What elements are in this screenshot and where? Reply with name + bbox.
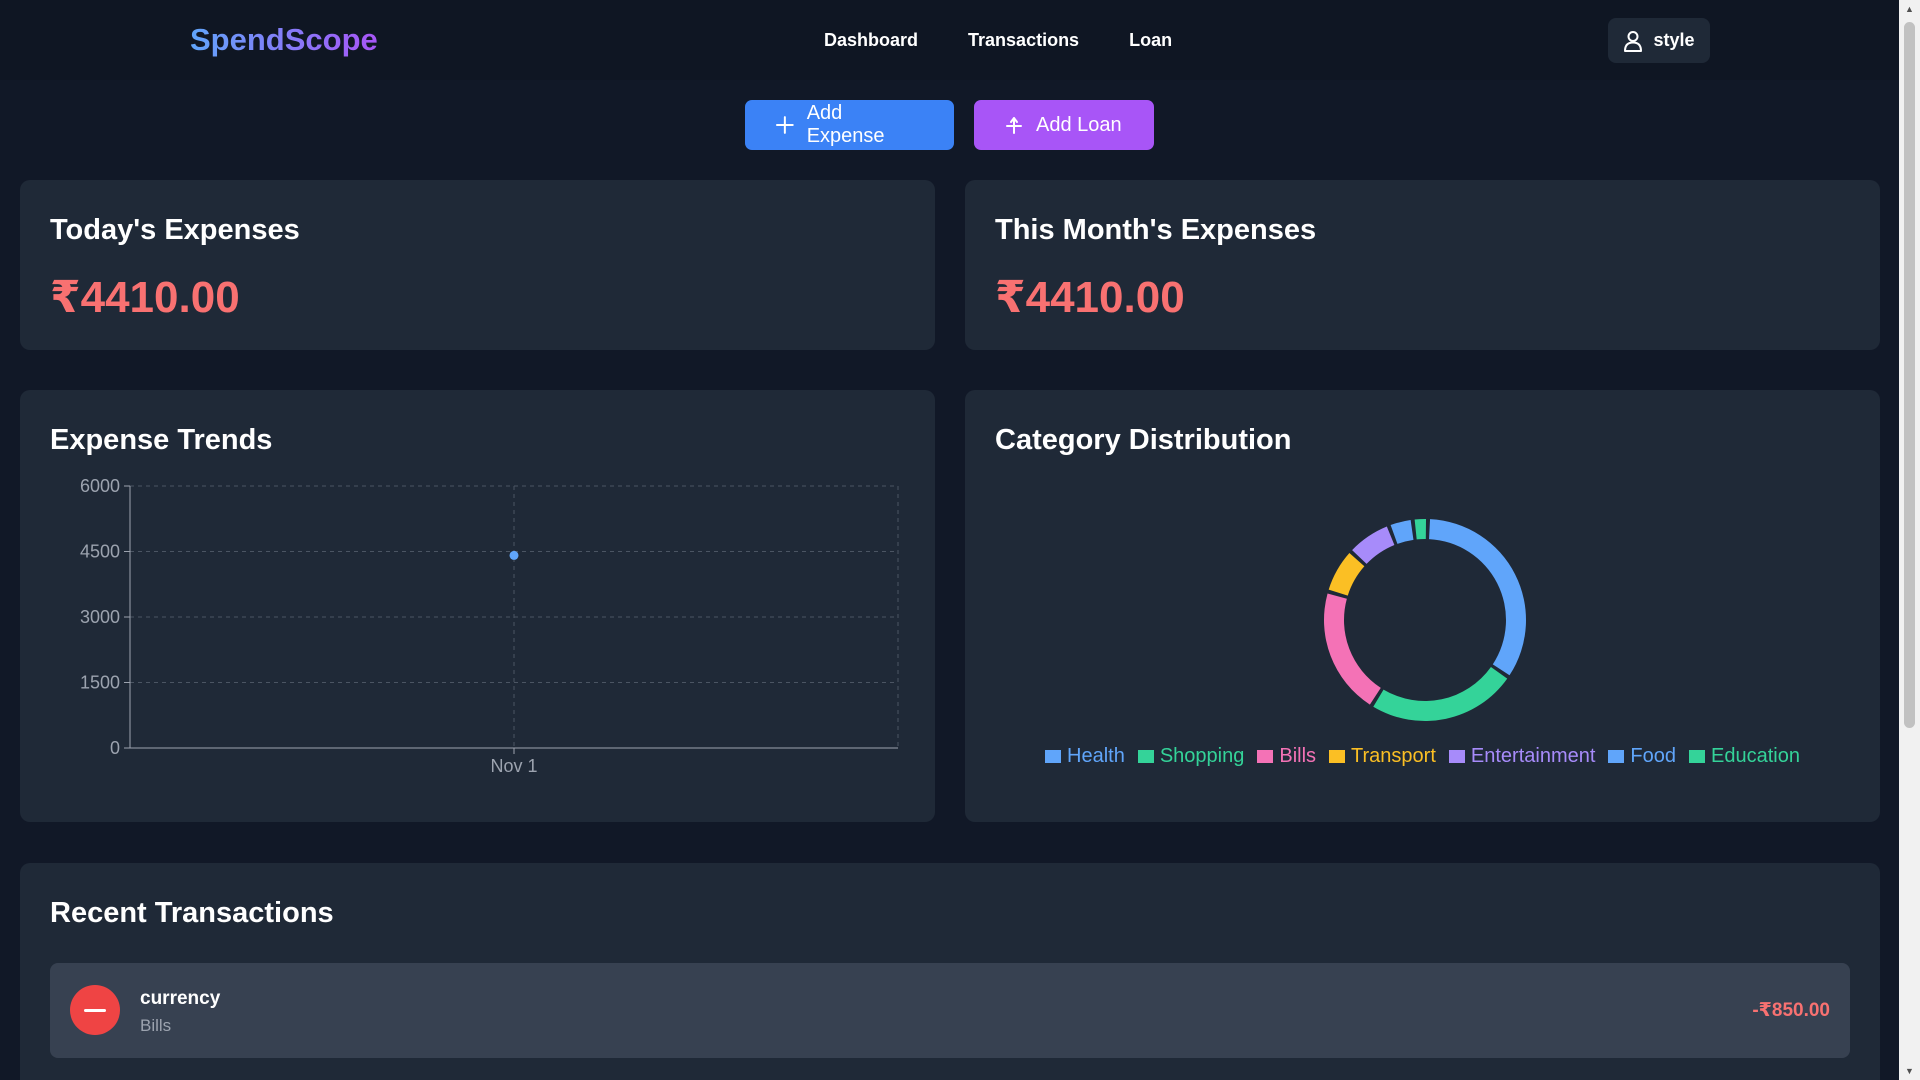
- add-expense-label: Add Expense: [806, 102, 885, 147]
- donut-slice-transport[interactable]: [1328, 553, 1365, 596]
- category-distribution-title: Category Distribution: [995, 424, 1292, 456]
- plus-icon: [775, 116, 794, 134]
- add-loan-label: Add Loan: [1036, 113, 1122, 136]
- user-menu-button[interactable]: style: [1608, 18, 1710, 63]
- legend-item-education[interactable]: Education: [1689, 745, 1800, 768]
- category-legend: Health Shopping Bills Transport Entertainmen…: [965, 745, 1880, 768]
- donut-slice-health[interactable]: [1429, 519, 1526, 676]
- transaction-amount: -₹850.00: [1752, 1000, 1830, 1021]
- scrollbar-thumb[interactable]: [1904, 22, 1915, 728]
- transaction-name: currency: [140, 988, 221, 1009]
- y-tick-label: 3000: [80, 607, 120, 627]
- donut-slice-food[interactable]: [1390, 520, 1414, 544]
- legend-swatch: [1448, 750, 1465, 763]
- page-scrollbar[interactable]: ▲ ▼: [1899, 0, 1920, 1080]
- legend-item-health[interactable]: Health: [1045, 745, 1125, 768]
- legend-label: Health: [1067, 745, 1125, 767]
- month-expenses-card: This Month's Expenses ₹4410.00: [965, 180, 1880, 350]
- legend-item-shopping[interactable]: Shopping: [1137, 745, 1245, 768]
- expense-trend-chart: 0 1500 3000 4500 6000 Nov 1: [80, 476, 899, 776]
- today-expenses-title: Today's Expenses: [50, 214, 300, 246]
- y-tick-label: 4500: [80, 542, 120, 562]
- scroll-down-arrow[interactable]: ▼: [1904, 1066, 1915, 1076]
- data-point[interactable]: [509, 550, 519, 560]
- action-bar: Add Expense Add Loan: [745, 100, 1154, 150]
- legend-swatch: [1045, 750, 1062, 763]
- month-expenses-amount: ₹4410.00: [995, 273, 1185, 322]
- scroll-up-arrow[interactable]: ▲: [1904, 4, 1915, 14]
- legend-swatch: [1137, 750, 1154, 763]
- nav-link-dashboard[interactable]: Dashboard: [824, 30, 918, 51]
- legend-swatch: [1689, 750, 1705, 763]
- top-navbar: SpendScope Dashboard Transactions Loan s…: [0, 0, 1899, 80]
- add-expense-button[interactable]: Add Expense: [745, 100, 954, 150]
- donut-slice-education[interactable]: [1414, 519, 1427, 540]
- nav-link-loan[interactable]: Loan: [1129, 30, 1172, 51]
- donut-slice-shopping[interactable]: [1373, 667, 1508, 721]
- legend-item-bills[interactable]: Bills: [1257, 745, 1316, 768]
- donut-slice-bills[interactable]: [1324, 593, 1381, 705]
- nav-links: Dashboard Transactions Loan: [824, 30, 1172, 51]
- expense-trends-card: Expense Trends 0 1500 3000 4500 6000 Nov 1: [20, 390, 935, 822]
- today-expenses-amount: ₹4410.00: [50, 273, 240, 322]
- month-expenses-title: This Month's Expenses: [995, 214, 1317, 246]
- recent-transactions-card: Recent Transactions currency Bills -₹850…: [20, 863, 1880, 1080]
- transaction-category: Bills: [140, 1016, 172, 1035]
- transaction-row[interactable]: currency Bills -₹850.00: [50, 963, 1850, 1058]
- category-distribution-card: Category Distribution Health Shopping Bill…: [965, 390, 1880, 822]
- legend-label: Education: [1711, 745, 1800, 767]
- legend-item-entertainment[interactable]: Entertainment: [1448, 745, 1596, 768]
- nav-link-transactions[interactable]: Transactions: [968, 30, 1079, 51]
- user-icon: [1624, 30, 1643, 52]
- x-tick-label: Nov 1: [490, 756, 537, 776]
- legend-swatch: [1329, 750, 1346, 763]
- y-tick-label: 6000: [80, 476, 120, 496]
- legend-label: Bills: [1279, 745, 1317, 767]
- add-loan-button[interactable]: Add Loan: [974, 100, 1154, 150]
- legend-label: Transport: [1351, 745, 1436, 767]
- legend-item-transport[interactable]: Transport: [1329, 745, 1436, 768]
- legend-label: Entertainment: [1470, 745, 1596, 767]
- legend-swatch: [1608, 750, 1625, 763]
- minus-icon: [70, 985, 120, 1035]
- brand-logo[interactable]: SpendScope: [190, 22, 378, 58]
- legend-item-food[interactable]: Food: [1608, 745, 1676, 768]
- user-label: style: [1653, 30, 1695, 50]
- legend-swatch: [1257, 750, 1274, 763]
- donut-slice-entertainment[interactable]: [1352, 526, 1395, 564]
- legend-label: Shopping: [1159, 745, 1245, 767]
- legend-label: Food: [1630, 745, 1676, 767]
- recent-transactions-title: Recent Transactions: [50, 897, 334, 929]
- today-expenses-card: Today's Expenses ₹4410.00: [20, 180, 935, 350]
- category-donut-chart: [1324, 519, 1526, 721]
- y-tick-label: 0: [110, 738, 120, 758]
- loan-icon: [1006, 117, 1022, 134]
- y-tick-label: 1500: [80, 673, 120, 693]
